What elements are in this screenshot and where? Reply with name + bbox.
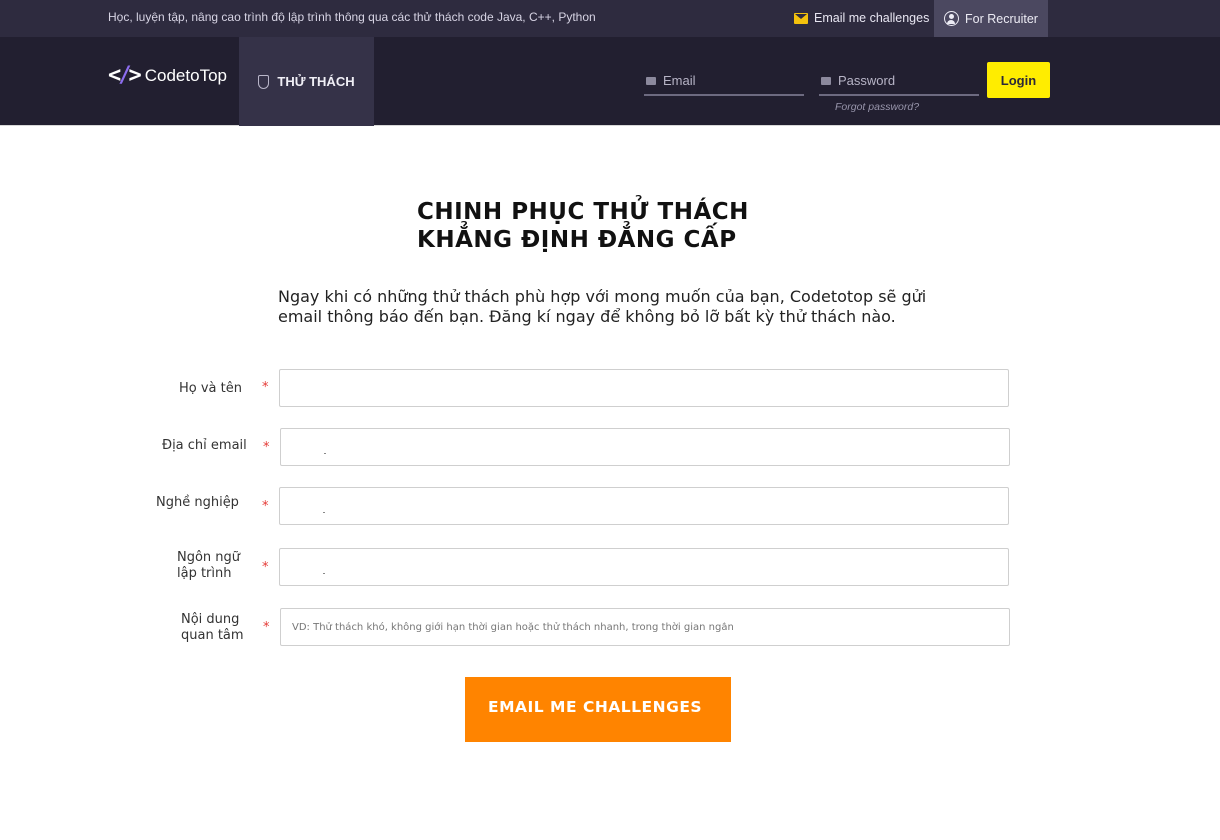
required-mark: * xyxy=(263,620,270,635)
interests-input[interactable] xyxy=(280,608,1010,646)
tab-challenges-label: THỬ THÁCH xyxy=(277,74,355,89)
lock-icon xyxy=(821,76,831,85)
email-input[interactable] xyxy=(280,428,1010,466)
forgot-password-link[interactable]: Forgot password? xyxy=(835,101,919,113)
required-mark: * xyxy=(262,560,269,575)
login-email-input[interactable] xyxy=(663,73,793,88)
login-password-field xyxy=(819,67,979,96)
mail-icon xyxy=(646,76,656,85)
field-label: Họ và tên xyxy=(179,381,242,396)
email-challenges-link[interactable]: Email me challenges xyxy=(794,8,929,28)
login-password-input[interactable] xyxy=(838,73,968,88)
envelope-icon xyxy=(794,12,808,24)
field-label: Địa chỉ email xyxy=(162,438,247,453)
user-icon xyxy=(944,11,960,26)
full-name-input[interactable] xyxy=(279,369,1009,407)
intro-text: Ngay khi có những thử thách phù hợp với … xyxy=(278,287,927,326)
shield-icon xyxy=(258,74,270,89)
for-recruiter-button[interactable]: For Recruiter xyxy=(934,0,1048,37)
required-mark: * xyxy=(263,440,270,455)
email-challenges-label: Email me challenges xyxy=(814,11,930,25)
input-caret xyxy=(323,573,325,574)
field-label: Nghề nghiệp xyxy=(156,495,239,510)
login-button[interactable]: Login xyxy=(987,62,1050,98)
field-label: Nội dung quan tâm xyxy=(181,612,244,643)
logo-text: CodetoTop xyxy=(144,65,227,85)
page-title: CHINH PHỤC THỬ THÁCH KHẲNG ĐỊNH ĐẲNG CẤP xyxy=(417,198,749,254)
programming-language-input[interactable] xyxy=(279,548,1009,586)
headline-line-2: KHẲNG ĐỊNH ĐẲNG CẤP xyxy=(417,227,737,253)
top-bar: Học, luyện tập, nâng cao trình độ lập tr… xyxy=(0,0,1220,37)
for-recruiter-label: For Recruiter xyxy=(965,11,1038,26)
tab-challenges[interactable]: THỬ THÁCH xyxy=(239,37,374,126)
main-navbar: </> CodetoTop THỬ THÁCH Forgot password?… xyxy=(0,37,1220,126)
input-caret xyxy=(324,453,326,454)
tagline: Học, luyện tập, nâng cao trình độ lập tr… xyxy=(108,10,596,24)
input-caret xyxy=(323,512,325,513)
occupation-input[interactable] xyxy=(279,487,1009,525)
code-brackets-icon: </> xyxy=(108,63,142,88)
required-mark: * xyxy=(262,380,269,395)
logo[interactable]: </> CodetoTop xyxy=(108,63,227,88)
login-email-field xyxy=(644,67,804,96)
required-mark: * xyxy=(262,499,269,514)
headline-line-1: CHINH PHỤC THỬ THÁCH xyxy=(417,199,749,225)
email-me-challenges-button[interactable]: EMAIL ME CHALLENGES xyxy=(465,677,731,742)
field-label: Ngôn ngữ lập trình xyxy=(177,550,241,581)
